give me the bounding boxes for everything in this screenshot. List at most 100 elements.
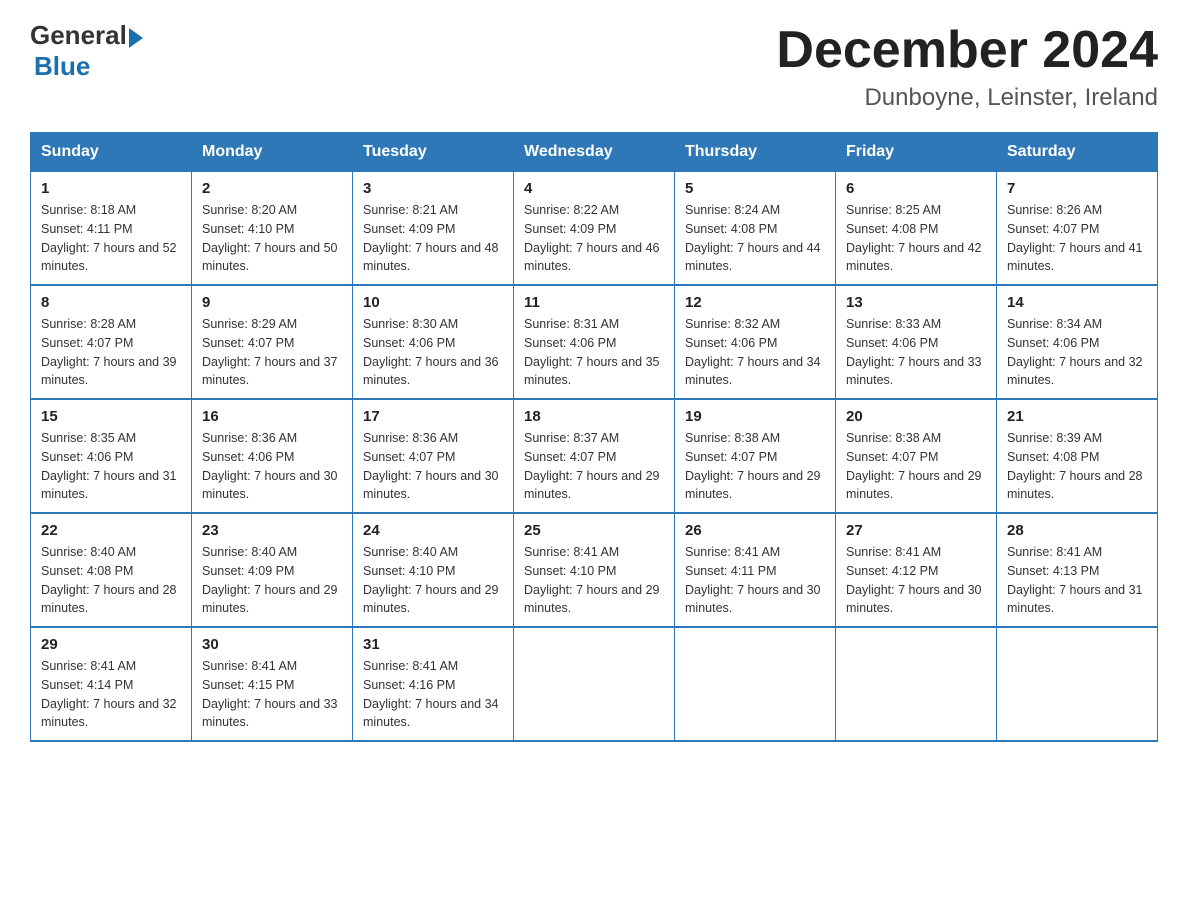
- calendar-cell-w4-d1: 22 Sunrise: 8:40 AM Sunset: 4:08 PM Dayl…: [31, 513, 192, 627]
- calendar-cell-w3-d7: 21 Sunrise: 8:39 AM Sunset: 4:08 PM Dayl…: [997, 399, 1158, 513]
- calendar-cell-w2-d3: 10 Sunrise: 8:30 AM Sunset: 4:06 PM Dayl…: [353, 285, 514, 399]
- header-tuesday: Tuesday: [353, 133, 514, 172]
- calendar-cell-w4-d4: 25 Sunrise: 8:41 AM Sunset: 4:10 PM Dayl…: [514, 513, 675, 627]
- calendar-cell-w1-d4: 4 Sunrise: 8:22 AM Sunset: 4:09 PM Dayli…: [514, 172, 675, 286]
- calendar-cell-w3-d4: 18 Sunrise: 8:37 AM Sunset: 4:07 PM Dayl…: [514, 399, 675, 513]
- calendar-cell-w1-d2: 2 Sunrise: 8:20 AM Sunset: 4:10 PM Dayli…: [192, 172, 353, 286]
- day-info: Sunrise: 8:35 AM Sunset: 4:06 PM Dayligh…: [41, 429, 181, 504]
- day-number: 30: [202, 636, 342, 653]
- day-number: 14: [1007, 294, 1147, 311]
- day-number: 23: [202, 522, 342, 539]
- day-info: Sunrise: 8:30 AM Sunset: 4:06 PM Dayligh…: [363, 315, 503, 390]
- calendar-cell-w4-d5: 26 Sunrise: 8:41 AM Sunset: 4:11 PM Dayl…: [675, 513, 836, 627]
- calendar-cell-w4-d7: 28 Sunrise: 8:41 AM Sunset: 4:13 PM Dayl…: [997, 513, 1158, 627]
- calendar-cell-w2-d7: 14 Sunrise: 8:34 AM Sunset: 4:06 PM Dayl…: [997, 285, 1158, 399]
- day-number: 6: [846, 180, 986, 197]
- logo-triangle-icon: [129, 28, 143, 48]
- calendar-header-row: Sunday Monday Tuesday Wednesday Thursday…: [31, 133, 1158, 172]
- day-info: Sunrise: 8:37 AM Sunset: 4:07 PM Dayligh…: [524, 429, 664, 504]
- calendar-cell-w5-d1: 29 Sunrise: 8:41 AM Sunset: 4:14 PM Dayl…: [31, 627, 192, 741]
- calendar-cell-w1-d3: 3 Sunrise: 8:21 AM Sunset: 4:09 PM Dayli…: [353, 172, 514, 286]
- calendar-cell-w4-d2: 23 Sunrise: 8:40 AM Sunset: 4:09 PM Dayl…: [192, 513, 353, 627]
- day-info: Sunrise: 8:38 AM Sunset: 4:07 PM Dayligh…: [846, 429, 986, 504]
- page-header: General Blue December 2024 Dunboyne, Lei…: [30, 20, 1158, 112]
- logo: General Blue: [30, 20, 143, 82]
- header-wednesday: Wednesday: [514, 133, 675, 172]
- day-info: Sunrise: 8:32 AM Sunset: 4:06 PM Dayligh…: [685, 315, 825, 390]
- header-friday: Friday: [836, 133, 997, 172]
- calendar-cell-w3-d6: 20 Sunrise: 8:38 AM Sunset: 4:07 PM Dayl…: [836, 399, 997, 513]
- title-area: December 2024 Dunboyne, Leinster, Irelan…: [776, 20, 1158, 112]
- calendar-cell-w2-d2: 9 Sunrise: 8:29 AM Sunset: 4:07 PM Dayli…: [192, 285, 353, 399]
- day-number: 8: [41, 294, 181, 311]
- calendar-cell-w1-d6: 6 Sunrise: 8:25 AM Sunset: 4:08 PM Dayli…: [836, 172, 997, 286]
- calendar-cell-w4-d6: 27 Sunrise: 8:41 AM Sunset: 4:12 PM Dayl…: [836, 513, 997, 627]
- calendar-week-2: 8 Sunrise: 8:28 AM Sunset: 4:07 PM Dayli…: [31, 285, 1158, 399]
- day-number: 31: [363, 636, 503, 653]
- calendar-week-4: 22 Sunrise: 8:40 AM Sunset: 4:08 PM Dayl…: [31, 513, 1158, 627]
- calendar-cell-w3-d2: 16 Sunrise: 8:36 AM Sunset: 4:06 PM Dayl…: [192, 399, 353, 513]
- logo-text-blue: Blue: [34, 51, 90, 82]
- calendar-cell-w4-d3: 24 Sunrise: 8:40 AM Sunset: 4:10 PM Dayl…: [353, 513, 514, 627]
- day-number: 9: [202, 294, 342, 311]
- calendar-cell-w2-d1: 8 Sunrise: 8:28 AM Sunset: 4:07 PM Dayli…: [31, 285, 192, 399]
- calendar-cell-w5-d6: [836, 627, 997, 741]
- day-number: 7: [1007, 180, 1147, 197]
- day-number: 21: [1007, 408, 1147, 425]
- day-info: Sunrise: 8:39 AM Sunset: 4:08 PM Dayligh…: [1007, 429, 1147, 504]
- calendar-cell-w2-d4: 11 Sunrise: 8:31 AM Sunset: 4:06 PM Dayl…: [514, 285, 675, 399]
- day-number: 19: [685, 408, 825, 425]
- logo-text-general: General: [30, 20, 127, 51]
- calendar-cell-w2-d6: 13 Sunrise: 8:33 AM Sunset: 4:06 PM Dayl…: [836, 285, 997, 399]
- day-info: Sunrise: 8:26 AM Sunset: 4:07 PM Dayligh…: [1007, 201, 1147, 276]
- calendar-cell-w3-d1: 15 Sunrise: 8:35 AM Sunset: 4:06 PM Dayl…: [31, 399, 192, 513]
- calendar-cell-w2-d5: 12 Sunrise: 8:32 AM Sunset: 4:06 PM Dayl…: [675, 285, 836, 399]
- day-number: 4: [524, 180, 664, 197]
- day-number: 12: [685, 294, 825, 311]
- day-number: 15: [41, 408, 181, 425]
- day-info: Sunrise: 8:28 AM Sunset: 4:07 PM Dayligh…: [41, 315, 181, 390]
- day-info: Sunrise: 8:40 AM Sunset: 4:10 PM Dayligh…: [363, 543, 503, 618]
- day-number: 5: [685, 180, 825, 197]
- calendar-cell-w3-d3: 17 Sunrise: 8:36 AM Sunset: 4:07 PM Dayl…: [353, 399, 514, 513]
- calendar-cell-w5-d4: [514, 627, 675, 741]
- day-number: 25: [524, 522, 664, 539]
- day-number: 24: [363, 522, 503, 539]
- day-number: 2: [202, 180, 342, 197]
- day-number: 18: [524, 408, 664, 425]
- day-info: Sunrise: 8:24 AM Sunset: 4:08 PM Dayligh…: [685, 201, 825, 276]
- day-info: Sunrise: 8:40 AM Sunset: 4:09 PM Dayligh…: [202, 543, 342, 618]
- calendar-cell-w5-d5: [675, 627, 836, 741]
- day-info: Sunrise: 8:41 AM Sunset: 4:11 PM Dayligh…: [685, 543, 825, 618]
- calendar-cell-w5-d7: [997, 627, 1158, 741]
- calendar-week-5: 29 Sunrise: 8:41 AM Sunset: 4:14 PM Dayl…: [31, 627, 1158, 741]
- calendar-week-1: 1 Sunrise: 8:18 AM Sunset: 4:11 PM Dayli…: [31, 172, 1158, 286]
- day-number: 28: [1007, 522, 1147, 539]
- header-sunday: Sunday: [31, 133, 192, 172]
- day-info: Sunrise: 8:36 AM Sunset: 4:06 PM Dayligh…: [202, 429, 342, 504]
- day-info: Sunrise: 8:25 AM Sunset: 4:08 PM Dayligh…: [846, 201, 986, 276]
- day-info: Sunrise: 8:34 AM Sunset: 4:06 PM Dayligh…: [1007, 315, 1147, 390]
- day-number: 27: [846, 522, 986, 539]
- calendar-cell-w5-d2: 30 Sunrise: 8:41 AM Sunset: 4:15 PM Dayl…: [192, 627, 353, 741]
- day-info: Sunrise: 8:21 AM Sunset: 4:09 PM Dayligh…: [363, 201, 503, 276]
- calendar-cell-w1-d1: 1 Sunrise: 8:18 AM Sunset: 4:11 PM Dayli…: [31, 172, 192, 286]
- day-info: Sunrise: 8:41 AM Sunset: 4:13 PM Dayligh…: [1007, 543, 1147, 618]
- day-number: 17: [363, 408, 503, 425]
- day-info: Sunrise: 8:41 AM Sunset: 4:12 PM Dayligh…: [846, 543, 986, 618]
- day-info: Sunrise: 8:18 AM Sunset: 4:11 PM Dayligh…: [41, 201, 181, 276]
- day-info: Sunrise: 8:40 AM Sunset: 4:08 PM Dayligh…: [41, 543, 181, 618]
- day-number: 20: [846, 408, 986, 425]
- day-info: Sunrise: 8:31 AM Sunset: 4:06 PM Dayligh…: [524, 315, 664, 390]
- day-number: 26: [685, 522, 825, 539]
- day-info: Sunrise: 8:33 AM Sunset: 4:06 PM Dayligh…: [846, 315, 986, 390]
- day-info: Sunrise: 8:41 AM Sunset: 4:10 PM Dayligh…: [524, 543, 664, 618]
- day-number: 10: [363, 294, 503, 311]
- day-number: 16: [202, 408, 342, 425]
- day-number: 3: [363, 180, 503, 197]
- day-info: Sunrise: 8:38 AM Sunset: 4:07 PM Dayligh…: [685, 429, 825, 504]
- day-info: Sunrise: 8:41 AM Sunset: 4:14 PM Dayligh…: [41, 657, 181, 732]
- location-title: Dunboyne, Leinster, Ireland: [776, 84, 1158, 112]
- day-info: Sunrise: 8:41 AM Sunset: 4:16 PM Dayligh…: [363, 657, 503, 732]
- day-number: 13: [846, 294, 986, 311]
